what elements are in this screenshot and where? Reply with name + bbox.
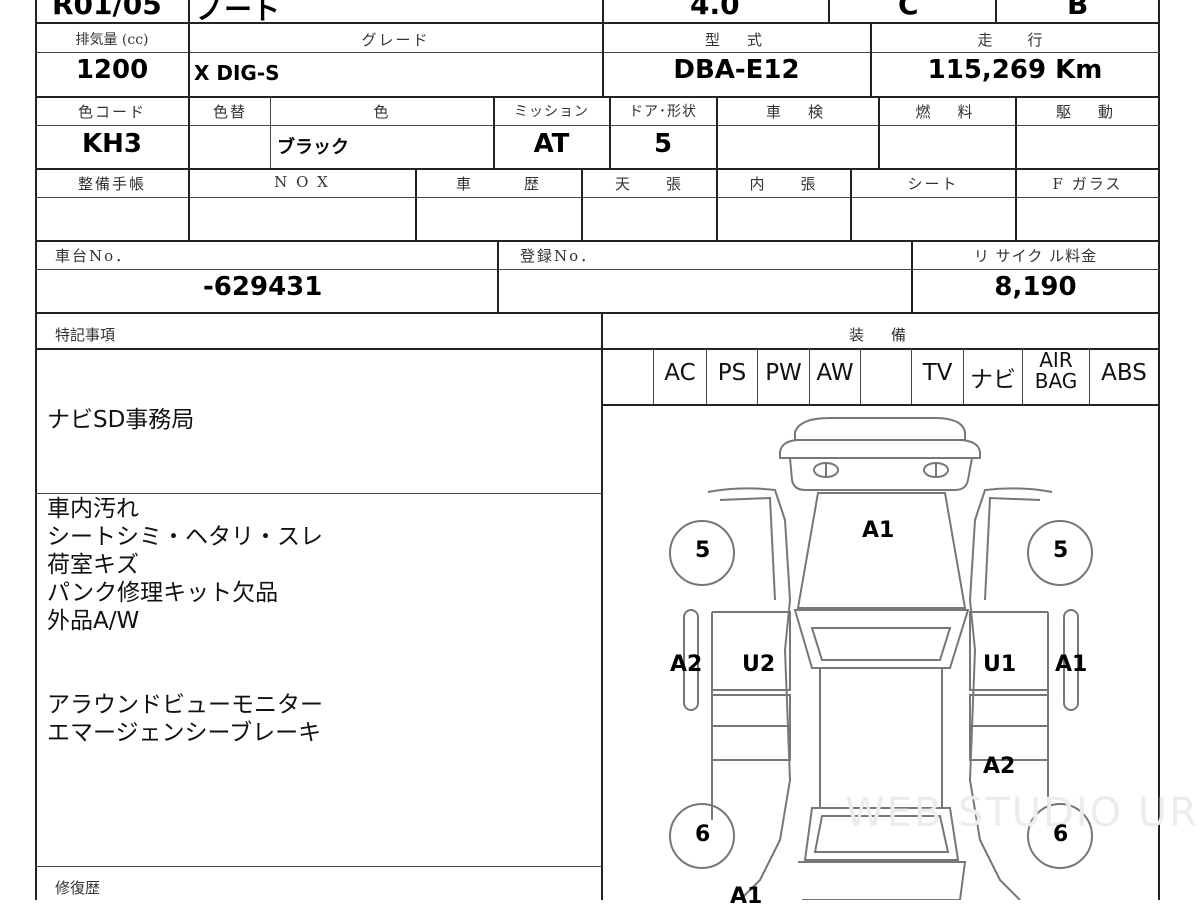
mark-wheel-rr: 6 [1053,822,1069,847]
mark-right-front-door: U1 [983,652,1017,677]
car-name-value: ノート [196,0,281,26]
note-line: エマージェンシーブレーキ [47,720,322,746]
displacement-value: 1200 [75,55,149,85]
equip-airbag: AIR BAG [1034,348,1078,393]
nox-label: N O X [274,173,330,191]
mark-left-front-door: U2 [742,652,776,677]
note-line: 車内汚れ [47,496,139,522]
fuel-label: 燃 料 [915,103,979,121]
grid-line [35,125,1160,126]
equip-abs: ABS [1101,360,1147,386]
model-code-value: DBA-E12 [673,55,800,85]
equip-pw: PW [765,360,802,386]
maintenance-label: 整備手帳 [77,175,146,193]
grid-line [497,240,499,312]
interior-trim-label: 内 張 [749,175,818,193]
grade-label: グレード [361,31,430,49]
color-label: 色 [373,103,391,121]
chassis-no-label: 車台No． [55,247,133,265]
seat-label: シート [907,175,959,193]
grid-line [35,96,1160,98]
equipment-label: 装 備 [848,326,912,344]
chassis-no-value: -629431 [203,272,323,302]
grade-value: X DIG-S [194,61,280,85]
door-shape-value: 5 [653,129,673,159]
grid-line [35,240,1160,242]
color-code-value: KH3 [82,129,142,159]
equip-tv: TV [922,360,953,386]
grid-line [602,0,604,22]
equip-aw: AW [816,360,854,386]
grid-line [35,52,1160,53]
headliner-label: 天 張 [614,175,683,193]
watermark: WEB STUDIO URO [845,790,1200,836]
inspection-label: 車 検 [765,103,829,121]
note-line: シートシミ・ヘタリ・スレ [47,524,323,550]
grid-line [35,348,1160,350]
special-notes-label: 特記事項 [55,326,116,344]
repair-history-label: 修復歴 [55,879,101,897]
mark-wheel-fr: 5 [1053,538,1069,563]
registration-no-label: 登録No． [520,247,598,265]
grid-line [35,197,1160,198]
displacement-label: 排気量 (cc) [75,32,149,48]
grid-line [270,96,271,168]
exterior-grade-value: B [1067,0,1089,21]
mark-wheel-rl: 6 [695,822,711,847]
grid-line [995,0,997,22]
grid-line [860,348,861,404]
note-line: 荷室キズ [47,552,139,578]
mission-label: ミッション [514,104,589,120]
score-value: 4.0 [690,0,740,21]
note-line: 外品A/W [47,608,140,634]
interior-grade-value: C [898,0,919,21]
f-glass-label: F ガラス [1052,175,1123,193]
mark-wheel-fl: 5 [695,538,711,563]
mark-hood: A1 [862,518,895,543]
equip-navi: ナビ [970,367,1016,393]
color-code-label: 色コード [77,103,146,121]
note-line: アラウンドビューモニター [47,692,323,718]
grid-line [35,493,602,494]
grid-line [35,269,1160,270]
equip-ac: AC [664,360,696,386]
note-line: パンク修理キット欠品 [47,580,279,606]
mark-rear: A1 [730,884,763,909]
mark-left-front-fender: A2 [670,652,703,677]
year-value: R01/05 [52,0,162,21]
mileage-value: 115,269 Km [927,55,1103,85]
drive-label: 駆 動 [1055,103,1119,121]
recycle-fee-value: 8,190 [994,272,1077,302]
equip-ps: PS [717,360,747,386]
grid-line [35,312,1160,314]
color-change-label: 色替 [212,103,247,121]
color-value: ブラック [277,137,349,158]
grid-line [35,866,602,867]
grid-line [1158,0,1160,900]
grid-line [828,0,830,22]
recycle-fee-label: リ サイク ル料金 [973,247,1098,265]
mark-right-rear-door: A2 [983,754,1016,779]
model-code-label: 型 式 [704,31,768,49]
mileage-label: 走 行 [977,31,1053,49]
mission-value: AT [533,129,570,159]
door-shape-label: ドア･形状 [629,104,697,120]
history-label: 車 歴 [455,175,541,193]
grid-line [35,168,1160,170]
mark-right-front-fender: A1 [1055,652,1088,677]
note-line-1: ナビSD事務局 [47,407,195,433]
grid-line [188,0,190,22]
